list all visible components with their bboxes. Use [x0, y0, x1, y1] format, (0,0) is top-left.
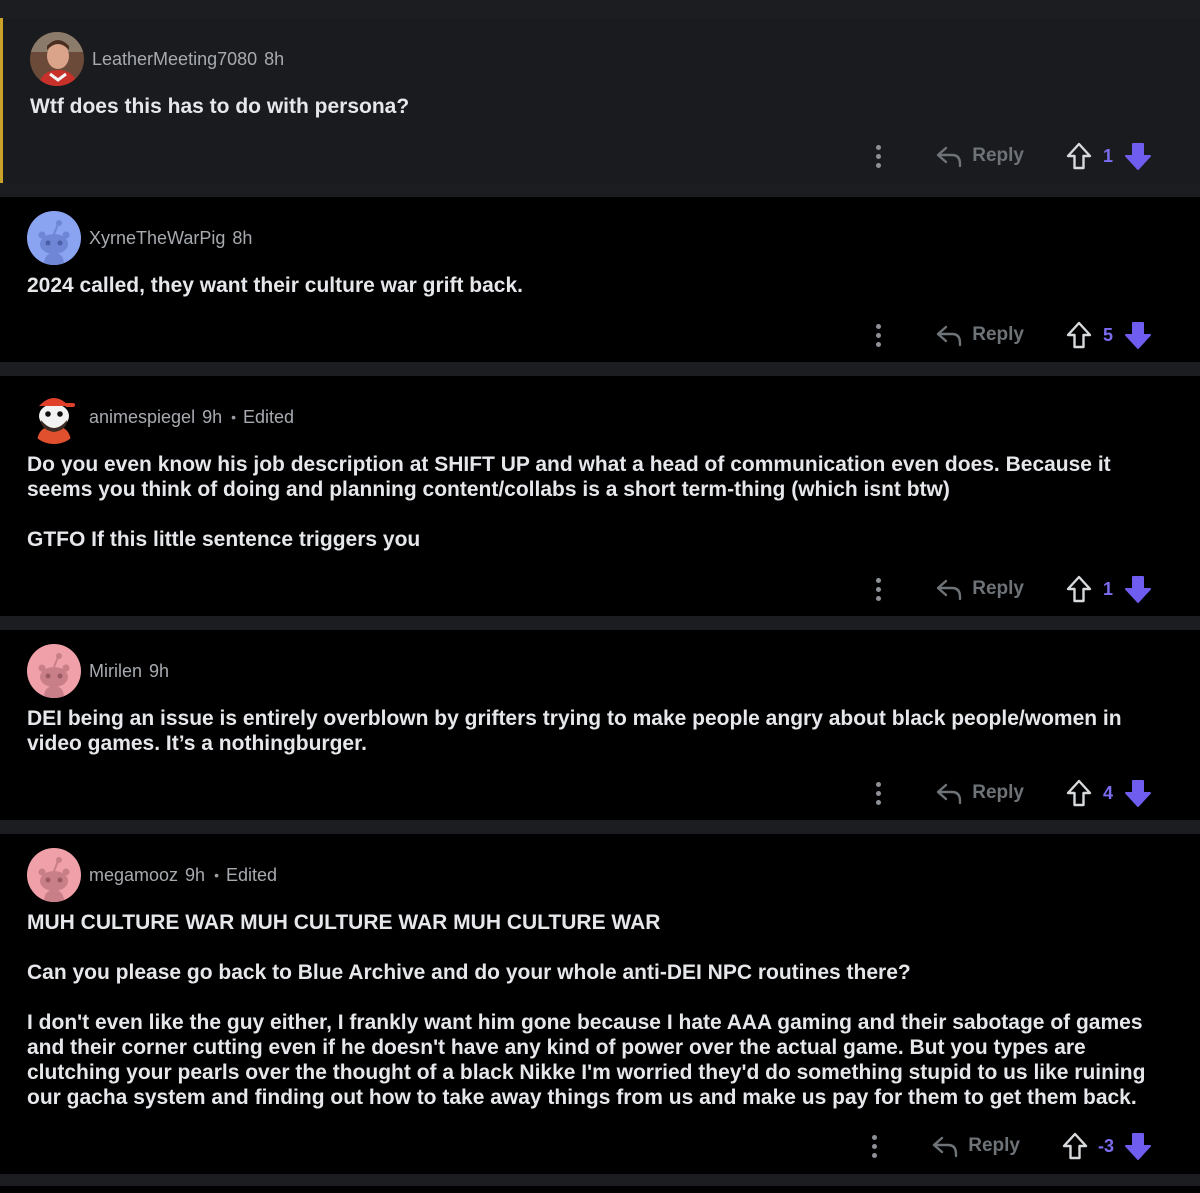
reply-button[interactable]: Reply	[936, 577, 1024, 601]
vote-controls: 1	[1066, 141, 1152, 171]
comment-text: GTFO If this little sentence triggers yo…	[27, 528, 421, 551]
vote-score: -3	[1097, 1135, 1114, 1156]
reply-icon	[937, 783, 962, 805]
separator-dot: •	[231, 409, 237, 425]
more-options-icon[interactable]	[872, 577, 884, 601]
reply-icon	[937, 325, 962, 347]
vote-score: 1	[1102, 145, 1113, 166]
comment-header: animespiegel 9h • Edited	[27, 390, 294, 444]
vote-score: 4	[1102, 782, 1113, 803]
upvote-icon[interactable]	[1066, 575, 1092, 603]
comment-card: megamooz 9h • Edited MUH CULTURE WAR MUH…	[0, 834, 1200, 1174]
comment-age: 9h	[149, 660, 170, 681]
comment-header: XyrneTheWarPig 8h	[27, 211, 252, 265]
edited-label: Edited	[243, 406, 295, 427]
more-options-icon[interactable]	[872, 323, 884, 347]
comment-header: megamooz 9h • Edited	[27, 848, 277, 902]
author-name[interactable]: megamooz	[89, 865, 178, 886]
reply-label: Reply	[972, 782, 1024, 803]
vote-controls: -3	[1062, 1131, 1152, 1161]
separator-dot: •	[214, 867, 219, 883]
comment-actions: Reply -3	[868, 1131, 1152, 1161]
avatar[interactable]	[27, 644, 81, 698]
comment-age: 8h	[232, 227, 253, 248]
avatar[interactable]	[27, 390, 81, 444]
comment-text: Do you even know his job description at …	[27, 453, 1111, 501]
downvote-icon[interactable]	[1124, 574, 1152, 604]
vote-score: 1	[1102, 578, 1113, 599]
more-options-icon[interactable]	[872, 144, 884, 168]
reply-button[interactable]: Reply	[936, 781, 1024, 805]
vote-controls: 5	[1066, 320, 1152, 350]
more-options-icon[interactable]	[868, 1134, 880, 1158]
upvote-icon[interactable]	[1062, 1132, 1088, 1160]
reply-icon	[933, 1136, 958, 1158]
more-options-icon[interactable]	[872, 781, 884, 805]
upvote-icon[interactable]	[1066, 142, 1092, 170]
reply-label: Reply	[968, 1135, 1020, 1156]
comment-actions: Reply 5	[872, 320, 1152, 350]
upvote-icon[interactable]	[1066, 779, 1092, 807]
reply-label: Reply	[972, 145, 1024, 166]
comment-age: 9h	[185, 864, 206, 885]
comment-actions: Reply 1	[872, 141, 1152, 171]
comment-text: MUH CULTURE WAR MUH CULTURE WAR MUH CULT…	[27, 911, 661, 934]
reply-button[interactable]: Reply	[936, 144, 1024, 168]
avatar[interactable]	[27, 848, 81, 902]
vote-controls: 4	[1066, 778, 1152, 808]
vote-controls: 1	[1066, 574, 1152, 604]
author-name[interactable]: Mirilen	[89, 661, 142, 682]
comment-body: DEI being an issue is entirely overblown…	[27, 706, 1180, 756]
comment-text: DEI being an issue is entirely overblown…	[27, 707, 1122, 755]
comment-body: 2024 called, they want their culture war…	[27, 273, 1180, 298]
downvote-icon[interactable]	[1124, 778, 1152, 808]
comment-body: MUH CULTURE WAR MUH CULTURE WAR MUH CULT…	[27, 910, 1180, 1110]
reply-icon	[937, 579, 962, 601]
reply-label: Reply	[972, 324, 1024, 345]
comment-text: Can you please go back to Blue Archive a…	[27, 961, 911, 984]
comment-age: 8h	[264, 48, 285, 69]
avatar[interactable]	[27, 211, 81, 265]
comment-card: LeatherMeeting7080 8h Wtf does this has …	[0, 18, 1200, 183]
reply-button[interactable]: Reply	[932, 1134, 1020, 1158]
reply-button[interactable]: Reply	[936, 323, 1024, 347]
avatar[interactable]	[30, 32, 84, 86]
comment-body: Do you even know his job description at …	[27, 452, 1180, 552]
upvote-icon[interactable]	[1066, 321, 1092, 349]
reply-icon	[937, 146, 962, 168]
comment-header: Mirilen 9h	[27, 644, 169, 698]
author-name[interactable]: LeatherMeeting7080	[92, 49, 257, 70]
reply-label: Reply	[972, 578, 1024, 599]
comment-text: 2024 called, they want their culture war…	[27, 274, 524, 297]
comment-header: LeatherMeeting7080 8h	[30, 32, 284, 86]
downvote-icon[interactable]	[1124, 1131, 1152, 1161]
comment-actions: Reply 1	[872, 574, 1152, 604]
comment-text: I don't even like the guy either, I fran…	[27, 1011, 1146, 1109]
comment-card: XyrneTheWarPig 8h 2024 called, they want…	[0, 197, 1200, 362]
comment-card: Mirilen 9h DEI being an issue is entirel…	[0, 630, 1200, 820]
downvote-icon[interactable]	[1124, 320, 1152, 350]
comment-text: Wtf does this has to do with persona?	[30, 95, 410, 118]
author-name[interactable]: XyrneTheWarPig	[89, 228, 225, 249]
downvote-icon[interactable]	[1124, 141, 1152, 171]
comment-actions: Reply 4	[872, 778, 1152, 808]
comment-body: Wtf does this has to do with persona?	[30, 94, 1180, 119]
comment-age: 9h	[202, 406, 223, 427]
next-comment-peek	[0, 1186, 1200, 1193]
author-name[interactable]: animespiegel	[89, 407, 195, 428]
vote-score: 5	[1102, 324, 1113, 345]
comment-card: animespiegel 9h • Edited Do you even kno…	[0, 376, 1200, 616]
edited-label: Edited	[225, 864, 278, 885]
